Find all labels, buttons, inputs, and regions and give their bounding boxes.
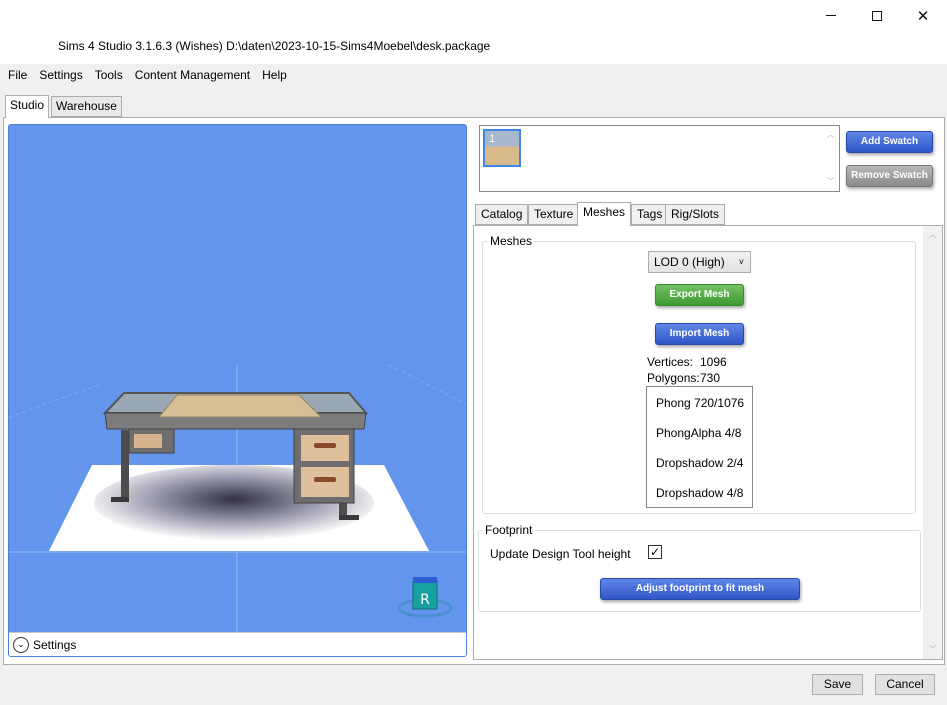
menu-file[interactable]: File bbox=[2, 65, 33, 85]
minimize-button[interactable] bbox=[808, 0, 854, 31]
list-item[interactable]: Dropshadow 4/8 bbox=[647, 477, 752, 507]
import-mesh-button[interactable]: Import Mesh bbox=[655, 323, 744, 345]
swatch-item[interactable]: 1 bbox=[483, 129, 521, 167]
polygons-value: 730 bbox=[700, 371, 721, 385]
list-item[interactable]: PhongAlpha 4/8 bbox=[647, 417, 752, 447]
close-icon: ✕ bbox=[916, 7, 930, 25]
meshes-group-label: Meshes bbox=[487, 234, 536, 248]
swatch-label: 1 bbox=[489, 133, 496, 145]
update-design-tool-checkbox[interactable]: ✓ bbox=[648, 545, 662, 559]
adjust-footprint-button[interactable]: Adjust footprint to fit mesh bbox=[600, 578, 800, 600]
gizmo-letter: R bbox=[420, 592, 430, 608]
expand-chevron-icon[interactable]: ⌄ bbox=[13, 636, 29, 653]
menu-tools[interactable]: Tools bbox=[89, 65, 129, 85]
window-title: Sims 4 Studio 3.1.6.3 (Wishes) D:\daten\… bbox=[58, 39, 491, 53]
swatch-list[interactable]: 1 ︿ ﹀ bbox=[479, 125, 840, 192]
close-button[interactable]: ✕ bbox=[900, 0, 946, 31]
panel-scrollbar[interactable]: ︿ ﹀ bbox=[923, 226, 942, 659]
polygons-label: Polygons: bbox=[647, 371, 700, 385]
scroll-down-icon[interactable]: ﹀ bbox=[822, 175, 839, 189]
update-design-tool-label: Update Design Tool height bbox=[490, 547, 631, 561]
shader-list[interactable]: Phong 720/1076 PhongAlpha 4/8 Dropshadow… bbox=[646, 386, 753, 508]
title-bar: Sims 4 Studio 3.1.6.3 (Wishes) D:\daten\… bbox=[0, 0, 947, 64]
tab-meshes[interactable]: Meshes bbox=[577, 202, 632, 226]
chevron-down-icon: ˅ bbox=[738, 257, 744, 267]
footprint-group-label: Footprint bbox=[482, 523, 536, 537]
menu-settings[interactable]: Settings bbox=[33, 65, 88, 85]
scroll-up-icon[interactable]: ︿ bbox=[923, 228, 942, 242]
lod-selected: LOD 0 (High) bbox=[654, 255, 725, 269]
viewport-settings-bar[interactable]: ⌄ Settings bbox=[9, 632, 466, 656]
tab-studio[interactable]: Studio bbox=[5, 95, 50, 118]
swatch-scrollbar[interactable]: ︿ ﹀ bbox=[822, 126, 839, 191]
tab-warehouse[interactable]: Warehouse bbox=[51, 96, 122, 117]
list-item[interactable]: Dropshadow 2/4 bbox=[647, 447, 752, 477]
scene-render: R bbox=[9, 364, 466, 635]
scroll-down-icon[interactable]: ﹀ bbox=[923, 643, 942, 657]
menu-content-management[interactable]: Content Management bbox=[129, 65, 256, 85]
tab-catalog[interactable]: Catalog bbox=[475, 204, 529, 225]
vertices-label: Vertices: bbox=[647, 355, 694, 369]
tab-rig-slots[interactable]: Rig/Slots bbox=[665, 204, 726, 225]
scroll-up-icon[interactable]: ︿ bbox=[822, 128, 839, 142]
viewport-settings-label: Settings bbox=[33, 637, 77, 652]
remove-swatch-button[interactable]: Remove Swatch bbox=[846, 165, 933, 187]
tab-tags[interactable]: Tags bbox=[631, 204, 669, 225]
save-button[interactable]: Save bbox=[812, 674, 863, 695]
lod-dropdown[interactable]: LOD 0 (High) ˅ bbox=[648, 251, 751, 273]
vertices-value: 1096 bbox=[700, 355, 727, 369]
add-swatch-button[interactable]: Add Swatch bbox=[846, 131, 933, 153]
maximize-button[interactable] bbox=[854, 0, 900, 31]
3d-viewport[interactable]: R ⌄ Settings bbox=[8, 124, 467, 657]
menu-bar: File Settings Tools Content Management H… bbox=[0, 64, 947, 86]
minimize-icon bbox=[826, 15, 836, 16]
tab-texture[interactable]: Texture bbox=[528, 204, 580, 225]
menu-help[interactable]: Help bbox=[256, 65, 293, 85]
export-mesh-button[interactable]: Export Mesh bbox=[655, 284, 744, 306]
cancel-button[interactable]: Cancel bbox=[875, 674, 935, 695]
list-item[interactable]: Phong 720/1076 bbox=[647, 387, 752, 417]
check-icon: ✓ bbox=[649, 545, 661, 559]
maximize-icon bbox=[872, 10, 882, 21]
